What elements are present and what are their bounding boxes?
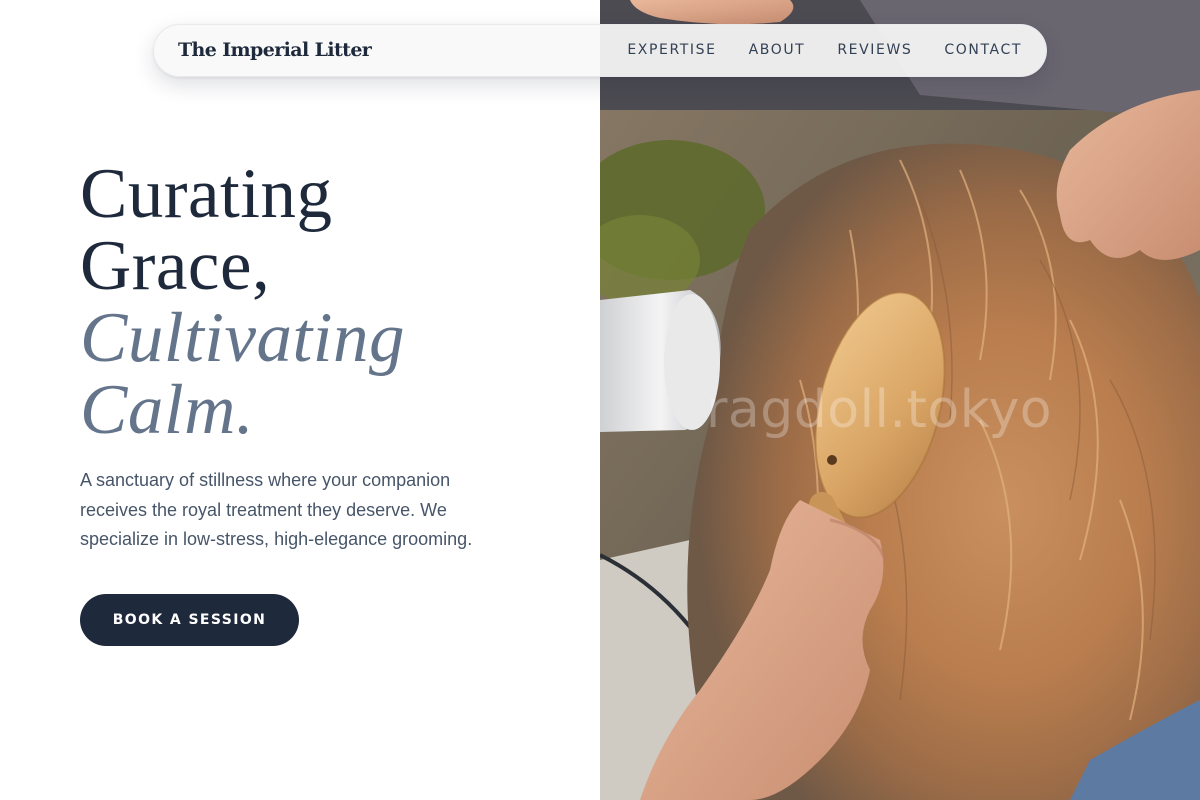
nav-link-expertise[interactable]: EXPERTISE bbox=[627, 42, 716, 58]
brand-logo[interactable]: The Imperial Litter bbox=[178, 39, 372, 61]
headline-line-2: Grace, bbox=[80, 227, 271, 305]
headline-line-4: Calm. bbox=[80, 371, 255, 449]
hero-content-panel: Curating Grace, Cultivating Calm. A sanc… bbox=[0, 0, 600, 800]
hero-headline: Curating Grace, Cultivating Calm. bbox=[80, 158, 405, 446]
nav-link-about[interactable]: ABOUT bbox=[749, 42, 806, 58]
cat-grooming-photo bbox=[600, 0, 1200, 800]
top-navbar: The Imperial Litter EXPERTISE ABOUT REVI… bbox=[153, 24, 1047, 77]
book-session-button[interactable]: BOOK A SESSION bbox=[80, 594, 299, 646]
hero-description: A sanctuary of stillness where your comp… bbox=[80, 470, 473, 549]
page: Curating Grace, Cultivating Calm. A sanc… bbox=[0, 0, 1200, 800]
nav-link-reviews[interactable]: REVIEWS bbox=[837, 42, 912, 58]
nav-links: EXPERTISE ABOUT REVIEWS CONTACT bbox=[627, 42, 1022, 58]
nav-link-contact[interactable]: CONTACT bbox=[944, 42, 1022, 58]
headline-line-1: Curating bbox=[80, 155, 333, 233]
headline-line-3: Cultivating bbox=[80, 299, 405, 377]
hero-image bbox=[600, 0, 1200, 800]
